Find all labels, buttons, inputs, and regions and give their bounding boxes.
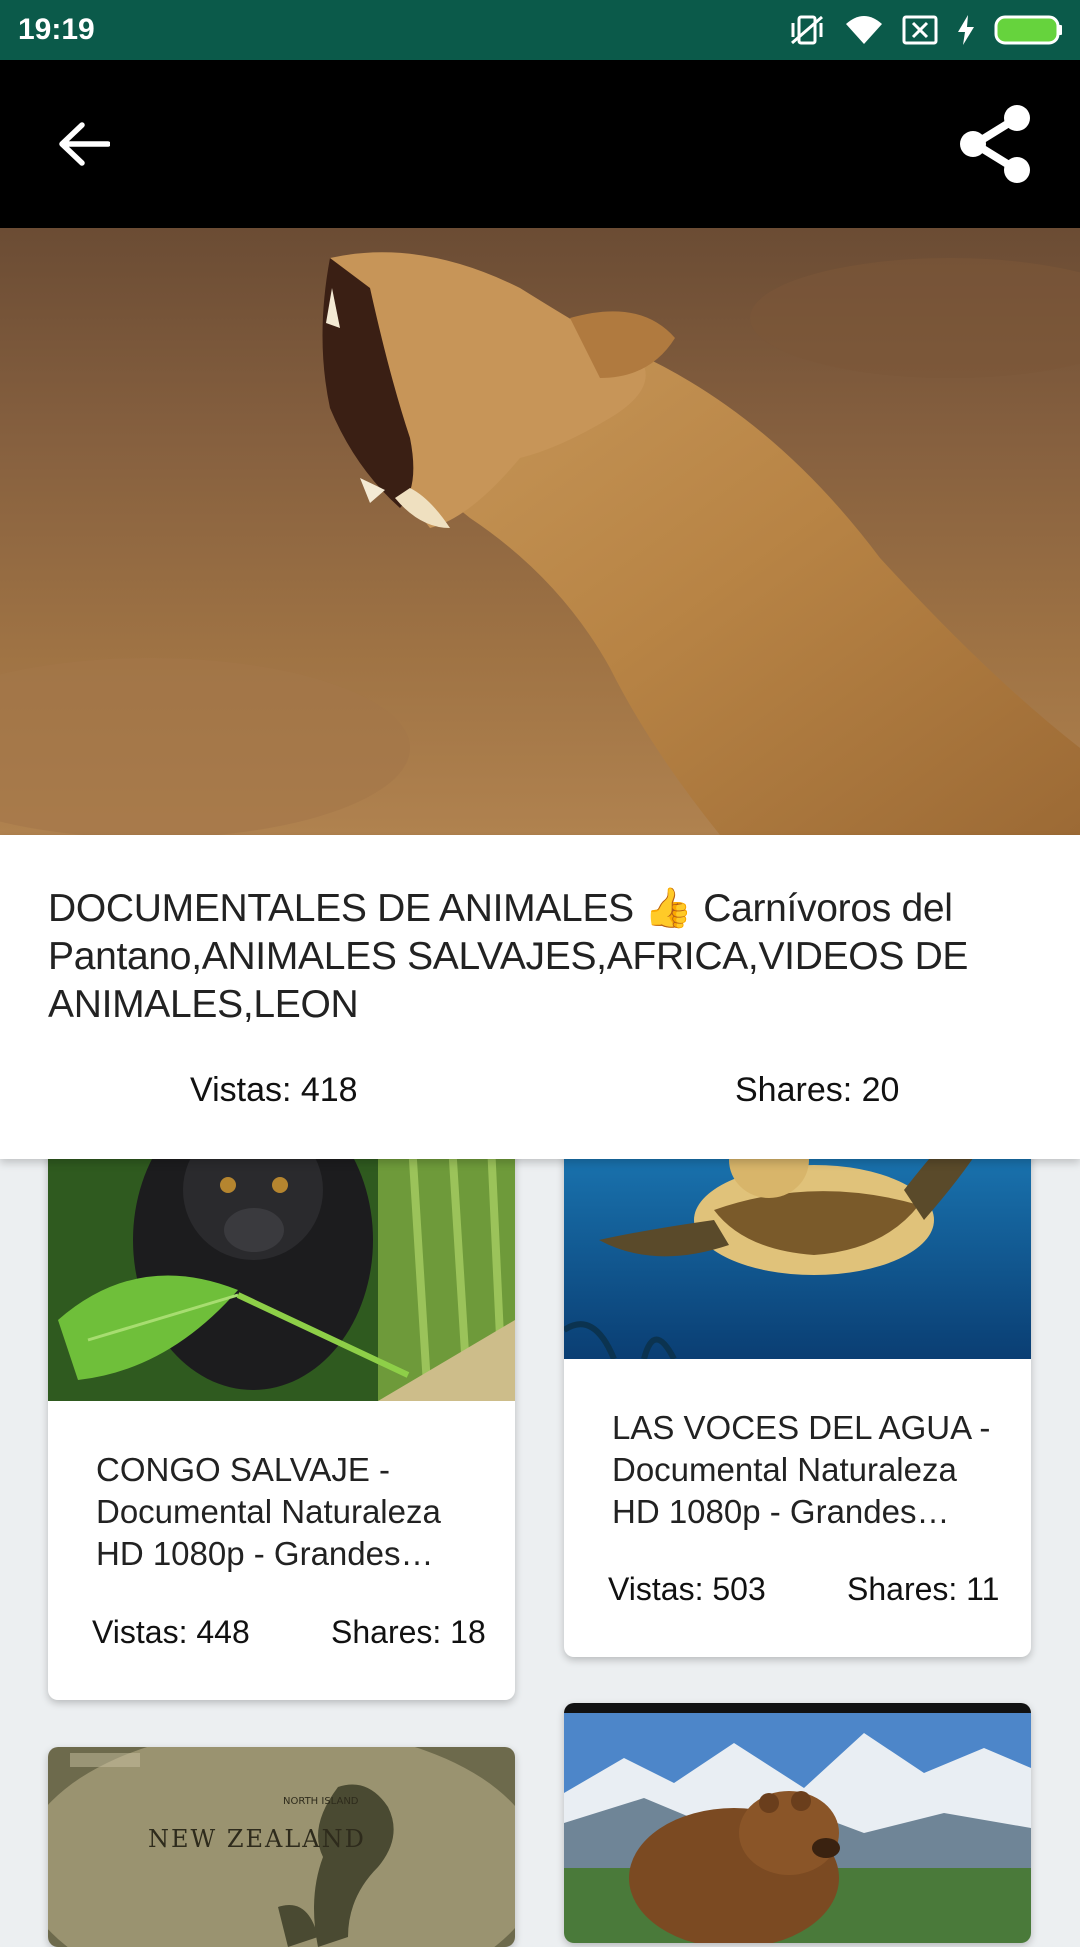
video-card-title: CONGO SALVAJE - Documental Naturaleza HD…	[96, 1451, 441, 1572]
video-card-thumbnail: NEW ZEALAND NORTH ISLAND	[48, 1747, 515, 1947]
video-card[interactable]	[564, 1703, 1031, 1943]
battery-icon	[994, 14, 1064, 46]
views-count: Vistas: 418	[190, 1071, 358, 1109]
status-icons	[788, 13, 1064, 47]
wifi-icon	[844, 14, 884, 46]
video-card-title: LAS VOCES DEL AGUA - Documental Naturale…	[612, 1409, 991, 1530]
video-card-views: Vistas: 448	[92, 1614, 250, 1650]
video-thumbnail[interactable]	[0, 228, 1080, 835]
bear-image	[564, 1703, 1031, 1943]
video-card-shares: Shares: 11	[847, 1571, 1000, 1607]
video-stats: Vistas: 418 Shares: 20	[0, 1071, 1080, 1121]
video-card[interactable]: LAS VOCES DEL AGUA - Documental Naturale…	[564, 1080, 1031, 1657]
share-icon	[960, 105, 1030, 183]
video-card-thumbnail	[564, 1703, 1031, 1943]
map-label-main: NEW ZEALAND	[148, 1825, 366, 1853]
toolbar	[0, 60, 1080, 228]
arrow-left-icon	[59, 122, 110, 166]
video-card[interactable]: NEW ZEALAND NORTH ISLAND	[48, 1747, 515, 1947]
status-bar: 19:19	[0, 0, 1080, 60]
video-detail-card: DOCUMENTALES DE ANIMALES 👍 Carnívoros de…	[0, 835, 1080, 1159]
vibrate-off-icon	[788, 13, 826, 47]
video-card-shares: Shares: 18	[331, 1614, 486, 1650]
back-button[interactable]	[50, 114, 118, 174]
map-label-small: NORTH ISLAND	[283, 1796, 359, 1807]
video-card[interactable]: CONGO SALVAJE - Documental Naturaleza HD…	[48, 1080, 515, 1700]
status-time: 19:19	[18, 13, 95, 46]
video-title: DOCUMENTALES DE ANIMALES 👍 Carnívoros de…	[48, 887, 969, 1026]
shares-count: Shares: 20	[735, 1071, 900, 1109]
charging-icon	[956, 14, 976, 46]
new-zealand-map-image: NEW ZEALAND NORTH ISLAND	[48, 1747, 515, 1947]
lioness-image	[0, 228, 1080, 835]
share-button[interactable]	[955, 100, 1035, 188]
sim-off-icon	[902, 14, 938, 46]
video-card-views: Vistas: 503	[608, 1571, 766, 1607]
